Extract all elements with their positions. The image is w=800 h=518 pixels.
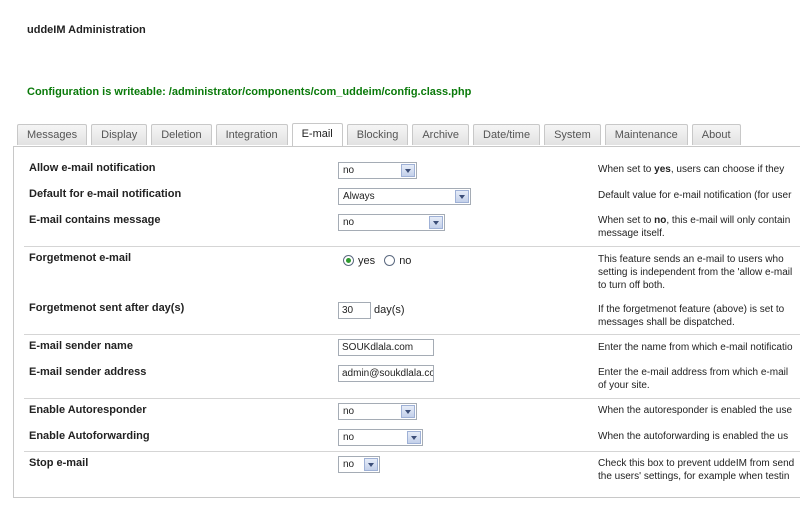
forgetmenot-days-unit: day(s) bbox=[374, 304, 405, 316]
default-email-label: Default for e-mail notification bbox=[29, 188, 182, 200]
forgetmenot-days-label: Forgetmenot sent after day(s) bbox=[29, 302, 185, 314]
tab-archive[interactable]: Archive bbox=[412, 124, 469, 145]
forgetmenot-yes-label[interactable]: yes bbox=[358, 255, 375, 267]
tab-about[interactable]: About bbox=[691, 124, 741, 145]
row-separator bbox=[24, 246, 800, 247]
autoresponder-value: no bbox=[343, 406, 355, 417]
tab-blocking[interactable]: Blocking bbox=[346, 124, 409, 145]
chevron-down-icon[interactable] bbox=[401, 164, 415, 177]
email-contains-label: E-mail contains message bbox=[29, 214, 161, 226]
tab-deletion[interactable]: Deletion bbox=[151, 124, 212, 145]
forgetmenot-days-input[interactable]: 30 bbox=[338, 302, 371, 319]
autoforwarding-label: Enable Autoforwarding bbox=[29, 430, 150, 442]
default-email-value: Always bbox=[343, 191, 375, 202]
tab-maintenance[interactable]: Maintenance bbox=[604, 124, 688, 145]
email-contains-select[interactable]: no bbox=[338, 214, 445, 231]
forgetmenot-radio-group: yes no bbox=[343, 255, 417, 267]
tab-integration[interactable]: Integration bbox=[215, 124, 288, 145]
tab-system[interactable]: System bbox=[544, 124, 601, 145]
stop-email-value: no bbox=[343, 459, 355, 470]
row-separator bbox=[24, 398, 800, 399]
tab-email[interactable]: E-mail bbox=[291, 123, 343, 146]
email-contains-value: no bbox=[343, 217, 355, 228]
autoresponder-select[interactable]: no bbox=[338, 403, 417, 420]
sender-name-label: E-mail sender name bbox=[29, 340, 133, 352]
forgetmenot-days-description: If the forgetmenot feature (above) is se… bbox=[598, 304, 785, 328]
tab-bar: Messages Display Deletion Integration E-… bbox=[17, 123, 745, 146]
autoforwarding-description: When the autoforwarding is enabled the u… bbox=[598, 431, 789, 442]
autoresponder-description: When the autoresponder is enabled the us… bbox=[598, 405, 793, 416]
row-separator bbox=[24, 334, 800, 335]
allow-email-value: no bbox=[343, 165, 355, 176]
autoforwarding-select[interactable]: no bbox=[338, 429, 423, 446]
chevron-down-icon[interactable] bbox=[407, 431, 421, 444]
sender-address-label: E-mail sender address bbox=[29, 366, 147, 378]
stop-email-label: Stop e-mail bbox=[29, 457, 89, 469]
allow-email-select[interactable]: no bbox=[338, 162, 417, 179]
default-email-description: Default value for e-mail notification (f… bbox=[598, 190, 792, 201]
autoresponder-label: Enable Autoresponder bbox=[29, 404, 147, 416]
chevron-down-icon[interactable] bbox=[364, 458, 378, 471]
stop-email-description: Check this box to prevent uddeIM from se… bbox=[598, 458, 795, 482]
forgetmenot-label: Forgetmenot e-mail bbox=[29, 252, 132, 264]
sender-address-input[interactable]: admin@soukdlala.co bbox=[338, 365, 434, 382]
tab-datetime[interactable]: Date/time bbox=[473, 124, 541, 145]
autoforwarding-value: no bbox=[343, 432, 355, 443]
config-status-message: Configuration is writeable: /administrat… bbox=[27, 86, 472, 98]
forgetmenot-no-label[interactable]: no bbox=[399, 255, 411, 267]
chevron-down-icon[interactable] bbox=[429, 216, 443, 229]
chevron-down-icon[interactable] bbox=[401, 405, 415, 418]
allow-email-label: Allow e-mail notification bbox=[29, 162, 156, 174]
sender-name-description: Enter the name from which e-mail notific… bbox=[598, 342, 793, 353]
chevron-down-icon[interactable] bbox=[455, 190, 469, 203]
sender-name-input[interactable]: SOUKdlala.com bbox=[338, 339, 434, 356]
forgetmenot-description: This feature sends an e-mail to users wh… bbox=[598, 254, 793, 291]
default-email-select[interactable]: Always bbox=[338, 188, 471, 205]
forgetmenot-no-radio[interactable] bbox=[384, 255, 396, 266]
allow-email-description: When set to yes, users can choose if the… bbox=[598, 164, 785, 175]
page-title: uddeIM Administration bbox=[27, 24, 146, 36]
email-contains-description: When set to no, this e-mail will only co… bbox=[598, 215, 791, 239]
tab-display[interactable]: Display bbox=[91, 124, 148, 145]
tab-messages[interactable]: Messages bbox=[17, 124, 88, 145]
stop-email-select[interactable]: no bbox=[338, 456, 380, 473]
sender-address-description: Enter the e-mail address from which e-ma… bbox=[598, 367, 789, 391]
forgetmenot-yes-radio[interactable] bbox=[343, 255, 354, 266]
row-separator bbox=[24, 451, 800, 452]
